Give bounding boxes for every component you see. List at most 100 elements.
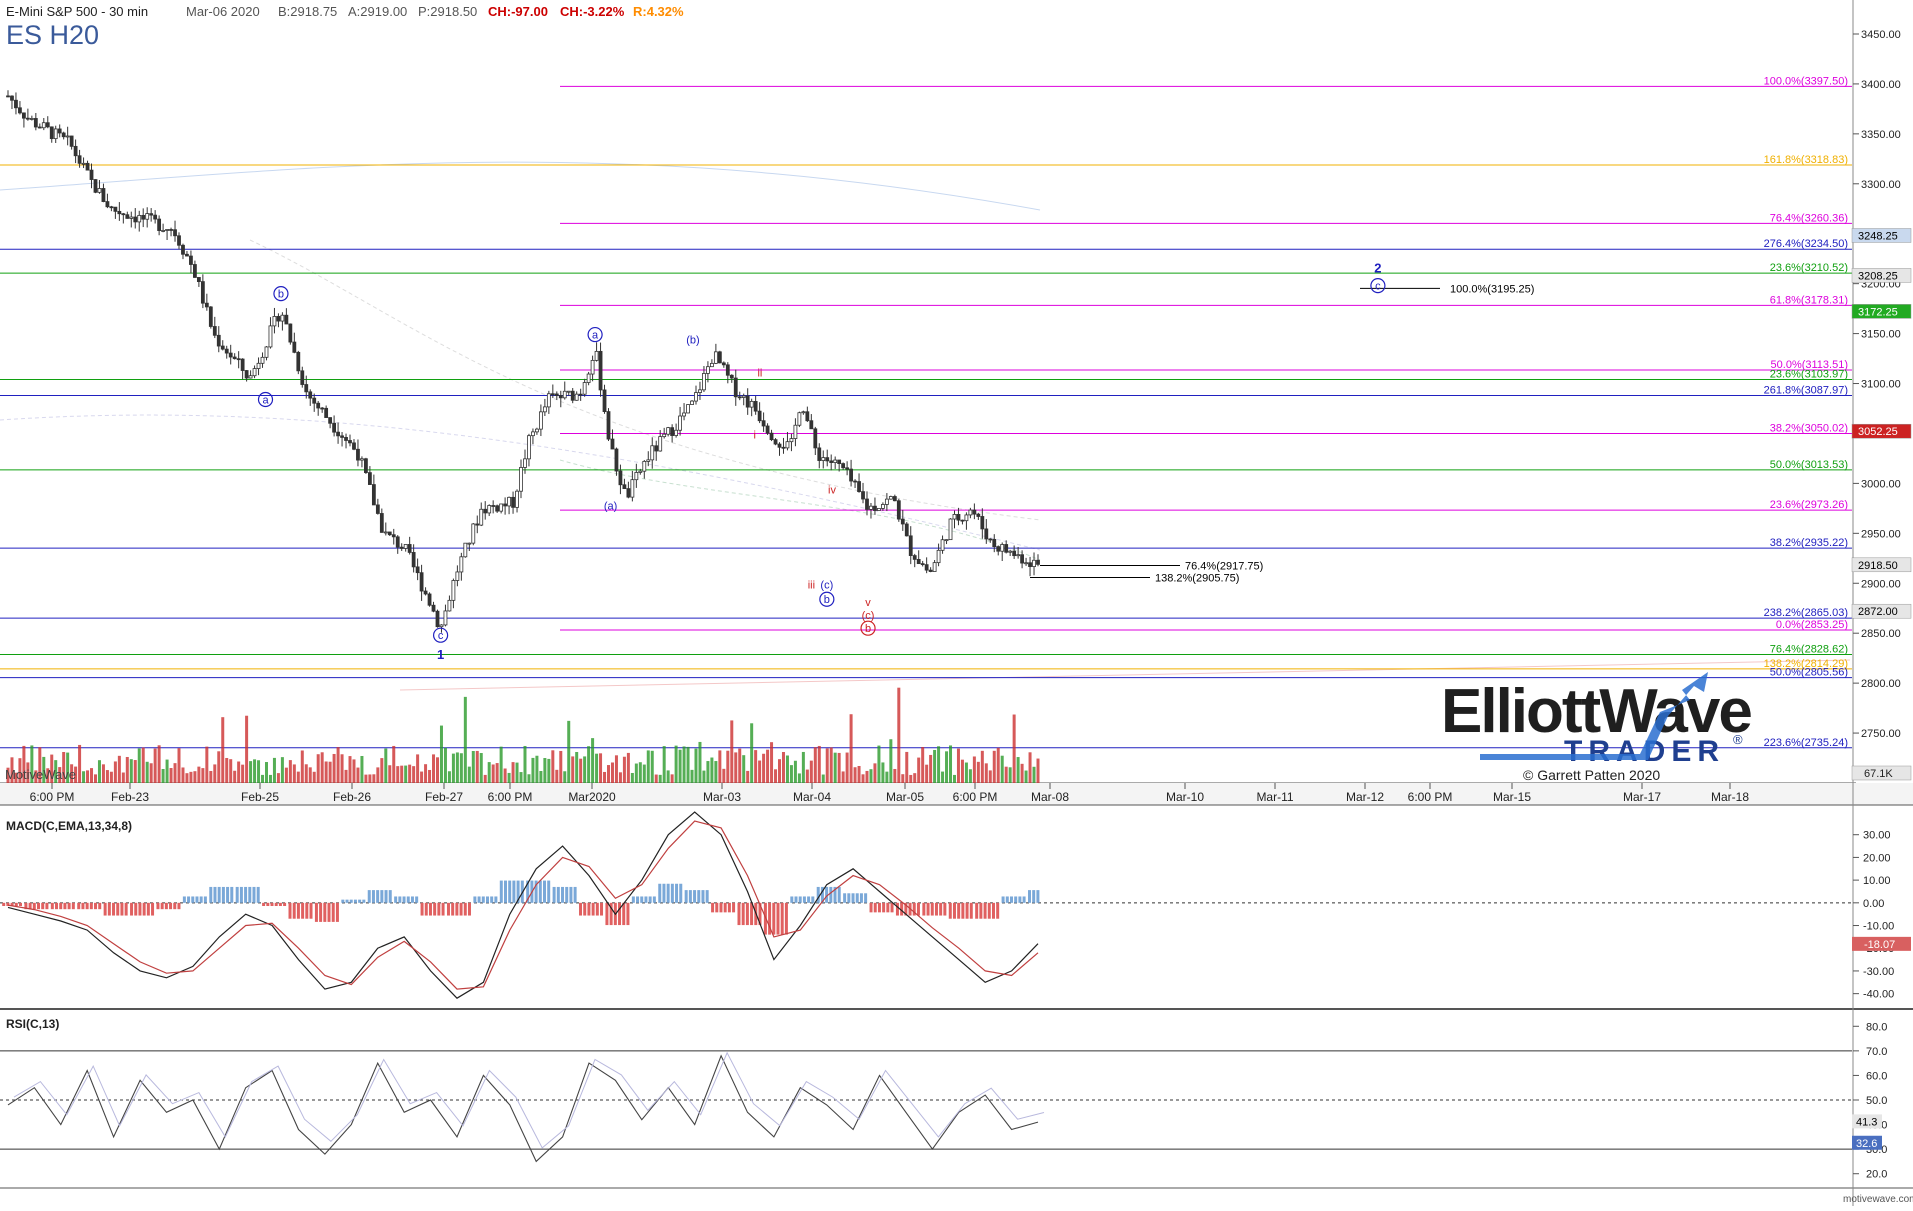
volume-bar [479, 753, 483, 783]
price-tick-label: 3400.00 [1861, 79, 1901, 91]
candle-body [662, 433, 667, 438]
volume-bar [93, 774, 97, 783]
candle-body [912, 555, 917, 560]
volume-bar [86, 770, 90, 783]
candle-body [328, 417, 333, 424]
wave-label: (b) [686, 335, 699, 347]
candle-body [861, 491, 865, 500]
time-tick-label: Mar-10 [1166, 790, 1204, 804]
candle-body [320, 407, 325, 410]
macd-histogram-bar [934, 902, 938, 916]
volume-bar [177, 748, 181, 783]
volume-bar [889, 739, 893, 783]
macd-histogram-bar [459, 902, 463, 916]
macd-histogram-bar [85, 902, 89, 910]
macd-histogram-bar [160, 902, 164, 910]
candle-body [558, 395, 563, 399]
macd-histogram-bar [837, 886, 841, 903]
candle-body [459, 556, 464, 573]
macd-histogram-bar [573, 886, 577, 903]
macd-histogram-bar [177, 902, 181, 910]
volume-bar [754, 750, 758, 783]
macd-histogram-bar [780, 902, 784, 935]
candle-body [236, 358, 241, 361]
candle-body [1028, 562, 1032, 567]
volume-bar [829, 747, 833, 783]
macd-histogram-bar [362, 899, 366, 903]
volume-bar [205, 746, 209, 783]
macd-histogram-bar [658, 883, 662, 903]
volume-bar [905, 751, 909, 783]
macd-histogram-bar [508, 880, 512, 903]
macd-histogram-bar [851, 893, 855, 903]
volume-bar [897, 687, 901, 783]
candle-body [749, 400, 754, 408]
macd-histogram-bar [376, 890, 380, 903]
volume-bar [869, 769, 873, 783]
candle-body [881, 504, 885, 509]
time-tick-label: 6:00 PM [30, 790, 75, 804]
candle-body [952, 514, 957, 520]
price-badge-label: 2918.50 [1858, 560, 1898, 572]
candle-body [149, 213, 154, 216]
volume-bar [877, 745, 881, 783]
volume-bar [292, 764, 296, 783]
candle-body [157, 218, 162, 231]
candle-body [200, 281, 205, 304]
candle-body [849, 468, 853, 482]
macd-histogram-bar [987, 902, 991, 919]
volume-bar [523, 745, 527, 783]
candle-body [511, 496, 515, 508]
price-tick-label: 2950.00 [1861, 528, 1901, 540]
volume-bar [630, 772, 634, 783]
wave-label: i [754, 429, 756, 441]
volume-bar [432, 754, 436, 783]
macd-histogram-bar [252, 886, 256, 903]
candle-body [614, 448, 619, 472]
macd-histogram-bar [561, 886, 565, 903]
candle-body [865, 498, 869, 510]
candle-body [686, 404, 690, 414]
macd-tick-label: -10.00 [1863, 921, 1894, 933]
macd-histogram-bar [711, 902, 715, 913]
candle-body [33, 118, 38, 128]
volume-bar [412, 766, 416, 783]
candle-body [280, 314, 285, 322]
candle-body [753, 400, 758, 412]
wave-label: b [278, 289, 284, 301]
candle-body [741, 395, 746, 398]
candle-body [479, 508, 484, 526]
time-tick-label: Mar-04 [793, 790, 831, 804]
volume-bar [352, 759, 356, 783]
volume-bar [781, 752, 785, 783]
volume-bar [555, 769, 559, 783]
candle-body [853, 480, 857, 483]
candle-body [630, 479, 635, 498]
candle-body [252, 368, 257, 377]
volume-bar [1008, 767, 1012, 783]
macd-histogram-bar [784, 902, 788, 935]
candle-body [642, 460, 647, 472]
volume-bar [702, 770, 706, 783]
volume-bar [173, 763, 177, 783]
macd-histogram-bar [732, 902, 736, 913]
volume-bar [451, 753, 455, 783]
candle-body [340, 435, 344, 438]
macd-histogram-bar [662, 883, 666, 903]
macd-histogram-bar [209, 886, 213, 903]
volume-bar [809, 760, 813, 783]
candle-body [1012, 550, 1017, 557]
candle-body [85, 162, 90, 171]
macd-histogram-bar [600, 902, 604, 916]
volume-bar [575, 751, 579, 783]
volume-bar [181, 767, 185, 783]
candle-body [869, 505, 873, 510]
volume-bar [662, 746, 666, 783]
macd-histogram-bar [882, 902, 886, 913]
candle-body [650, 445, 655, 461]
time-tick-label: Mar-12 [1346, 790, 1384, 804]
candle-body [964, 514, 969, 522]
candle-body [674, 429, 679, 436]
candle-body [193, 264, 197, 278]
candle-body [356, 448, 360, 461]
